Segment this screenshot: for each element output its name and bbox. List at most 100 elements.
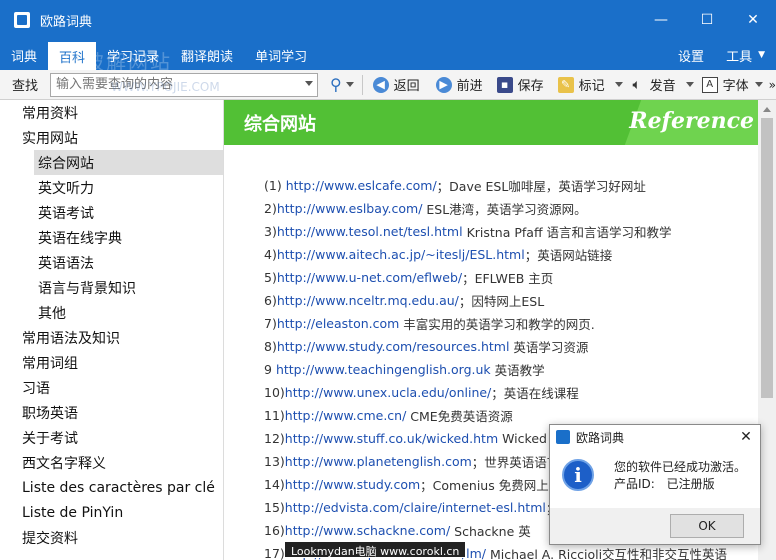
dialog-close-icon[interactable]: ✕ <box>732 429 760 445</box>
sidebar-item-workplace-english[interactable]: 职场英语 <box>0 400 223 425</box>
menu-tools-label: 工具 <box>726 49 753 65</box>
website-link[interactable]: http://www.planetenglish.com <box>285 454 472 469</box>
website-link[interactable]: http://www.nceltr.mq.edu.au/ <box>277 293 459 308</box>
dialog-title: 欧路词典 <box>576 430 625 445</box>
font-chevron-icon[interactable] <box>754 82 763 87</box>
speak-button[interactable]: 🔈︎ 发音 <box>629 73 675 97</box>
close-button[interactable]: ✕ <box>730 0 776 40</box>
speak-chevron-icon[interactable] <box>685 82 694 87</box>
website-link[interactable]: http://www.unex.ucla.edu/online/ <box>285 385 491 400</box>
save-icon: ▪ <box>496 76 513 93</box>
scroll-thumb[interactable] <box>761 118 773 398</box>
sidebar-item-listening[interactable]: 英文听力 <box>0 175 223 200</box>
line-number: 15) <box>264 500 285 515</box>
website-link[interactable]: http://www.aitech.ac.jp/~iteslj/ESL.html <box>277 247 525 262</box>
website-link[interactable]: http://edvista.com/claire/internet-esl.h… <box>285 500 546 515</box>
website-link[interactable]: http://eleaston.com <box>277 316 399 331</box>
website-description: Schackne 英 <box>450 524 531 539</box>
sidebar-item-western-names[interactable]: 西文名字释义 <box>0 450 223 475</box>
line-number: 11) <box>264 408 285 423</box>
sidebar-item-caracteres[interactable]: Liste des caractères par clé <box>0 475 223 500</box>
website-link[interactable]: http://www.study.com/resources.html <box>277 339 510 354</box>
website-description: 英语教学 <box>490 363 545 378</box>
line-number: 12) <box>264 431 285 446</box>
sidebar-item-about-exams[interactable]: 关于考试 <box>0 425 223 450</box>
forward-button[interactable]: ▶ 前进 <box>435 73 483 97</box>
mark-label: 标记 <box>578 79 605 94</box>
search-box[interactable]: WWW.YPOJIE.COM <box>50 72 318 97</box>
dialog-footer: OK <box>550 508 760 544</box>
sidebar-item-grammar-knowledge[interactable]: 常用语法及知识 <box>0 325 223 350</box>
menu-encyclopedia[interactable]: 百科 <box>48 42 97 70</box>
ok-button[interactable]: OK <box>670 514 744 538</box>
sidebar-item-common-materials[interactable]: 常用资料 <box>0 100 223 125</box>
sidebar-item-online-dictionary[interactable]: 英语在线字典 <box>0 225 223 250</box>
sidebar-item-useful-websites[interactable]: 实用网站 <box>0 125 223 150</box>
search-input[interactable] <box>51 73 292 96</box>
window-controls: — ☐ ✕ <box>638 0 776 40</box>
menu-bar: 词典 百科 学习记录 翻译朗读 单词学习 设置 工具 ▼ 易破解网站 <box>0 40 776 74</box>
website-link[interactable]: http://www.teachingenglish.org.uk <box>276 362 491 377</box>
line-number: 9 <box>264 362 276 377</box>
line-number: 16) <box>264 523 285 538</box>
lookup-label: 查找 <box>12 79 39 94</box>
website-description: CME免费英语资源 <box>406 409 513 424</box>
back-button[interactable]: ◀ 返回 <box>372 73 420 97</box>
sidebar-item-phrases[interactable]: 常用词组 <box>0 350 223 375</box>
minimize-button[interactable]: — <box>638 0 684 40</box>
menu-translate-read[interactable]: 翻译朗读 <box>170 40 244 70</box>
sidebar-item-pinyin[interactable]: Liste de PinYin <box>0 500 223 525</box>
search-options-chevron-icon[interactable] <box>345 82 354 87</box>
back-label: 返回 <box>393 79 420 94</box>
font-icon: A <box>701 76 718 93</box>
mark-button[interactable]: ✎ 标记 <box>557 73 605 97</box>
activation-dialog: 欧路词典 ✕ i 您的软件已经成功激活。 产品ID: 已注册版 OK <box>549 424 761 545</box>
speaker-icon: 🔈︎ <box>632 76 641 93</box>
website-link[interactable]: http://www.tesol.net/tesl.html <box>277 224 463 239</box>
dialog-message: 您的软件已经成功激活。 <box>614 460 747 474</box>
website-description: ；Dave ESL咖啡屋，英语学习好网址 <box>436 179 646 194</box>
line-number: 8) <box>264 339 277 354</box>
dialog-title-bar: 欧路词典 ✕ <box>550 425 760 449</box>
sidebar-item-exams[interactable]: 英语考试 <box>0 200 223 225</box>
website-link[interactable]: http://www.eslcafe.com/ <box>286 178 437 193</box>
sidebar-item-grammar[interactable]: 英语语法 <box>0 250 223 275</box>
mark-chevron-icon[interactable] <box>614 82 623 87</box>
website-link[interactable]: http://www.u-net.com/eflweb/ <box>277 270 462 285</box>
maximize-button[interactable]: ☐ <box>684 0 730 40</box>
footer-watermark: Lookmydan电脑 www.corokl.cn <box>284 541 467 558</box>
sidebar-item-submit[interactable]: 提交资料 <box>0 525 223 550</box>
menu-study-records[interactable]: 学习记录 <box>96 40 170 70</box>
line-number: 17) <box>264 546 285 560</box>
sidebar-item-general-websites[interactable]: 综合网站 <box>34 150 223 175</box>
website-description: 丰富实用的英语学习和教学的网页. <box>399 317 595 332</box>
product-id-label: 产品ID: <box>614 477 655 491</box>
app-logo-icon <box>556 430 570 444</box>
scroll-up-icon[interactable] <box>758 100 776 118</box>
website-line: 4) http://www.aitech.ac.jp/~iteslj/ESL.ht… <box>264 243 758 266</box>
website-link[interactable]: http://www.study.com <box>285 477 420 492</box>
website-link[interactable]: http://www.schackne.com/ <box>285 523 450 538</box>
website-link[interactable]: http://www.cme.cn/ <box>285 408 407 423</box>
forward-arrow-icon: ▶ <box>435 76 452 93</box>
search-dropdown-icon[interactable] <box>304 80 313 86</box>
website-link[interactable]: http://www.stuff.co.uk/wicked.htm <box>285 431 498 446</box>
website-line: 7) http://eleaston.com 丰富实用的英语学习和教学的网页. <box>264 312 758 335</box>
website-description: ；EFLWEB 主页 <box>462 271 554 286</box>
menu-tools[interactable]: 工具 ▼ <box>715 40 776 70</box>
info-icon: i <box>562 459 594 491</box>
menu-dictionary[interactable]: 词典 <box>0 40 48 70</box>
sidebar-item-other[interactable]: 其他 <box>0 300 223 325</box>
search-icon[interactable]: ⚲ <box>330 75 342 94</box>
back-arrow-icon: ◀ <box>372 76 389 93</box>
more-options-icon[interactable]: » <box>769 78 776 92</box>
font-button[interactable]: A 字体 <box>701 73 749 97</box>
sidebar-item-language-background[interactable]: 语言与背景知识 <box>0 275 223 300</box>
title-bar: 欧路词典 — ☐ ✕ <box>0 0 776 40</box>
save-button[interactable]: ▪ 保存 <box>496 73 544 97</box>
menu-word-study[interactable]: 单词学习 <box>244 40 318 70</box>
sidebar-item-idioms[interactable]: 习语 <box>0 375 223 400</box>
menu-settings[interactable]: 设置 <box>667 40 715 70</box>
line-number: 13) <box>264 454 285 469</box>
website-link[interactable]: http://www.eslbay.com/ <box>277 201 423 216</box>
